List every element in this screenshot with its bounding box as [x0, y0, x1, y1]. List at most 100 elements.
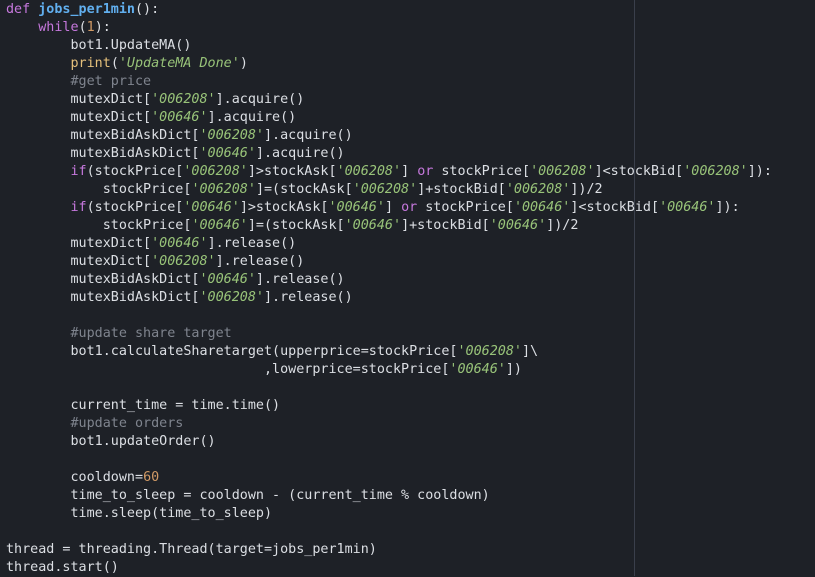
code-text: stockPrice[	[6, 182, 192, 197]
code-line[interactable]: stockPrice['006208']=(stockAsk['006208']…	[6, 181, 772, 199]
string-literal: '00646'	[151, 236, 208, 251]
code-text: time.sleep(time_to_sleep)	[6, 506, 273, 521]
code-line[interactable]: mutexBidAskDict['006208'].acquire()	[6, 127, 772, 145]
string-literal: '006208'	[336, 164, 402, 179]
code-line[interactable]: mutexDict['00646'].release()	[6, 235, 772, 253]
string-literal: '006208'	[505, 182, 571, 197]
code-text: stockPrice[	[417, 200, 514, 215]
code-line[interactable]: stockPrice['00646']=(stockAsk['00646']+s…	[6, 217, 772, 235]
code-text: mutexBidAskDict[	[6, 272, 200, 287]
code-line[interactable]: bot1.calculateSharetarget(upperprice=sto…	[6, 343, 772, 361]
string-literal: '006208'	[352, 182, 418, 197]
code-text: ]):	[747, 164, 772, 179]
code-line[interactable]: #update share target	[6, 325, 772, 343]
code-text: bot1.UpdateMA()	[6, 38, 192, 53]
code-text: thread.start()	[6, 560, 119, 575]
code-line[interactable]	[6, 523, 772, 541]
keyword: or	[401, 200, 418, 215]
string-literal: '006208'	[191, 182, 256, 197]
code-line[interactable]: mutexBidAskDict['006208'].release()	[6, 289, 772, 307]
function-name: jobs_per1min	[38, 2, 135, 17]
string-literal: '006208'	[457, 344, 522, 359]
code-text: ])/2	[546, 218, 579, 233]
code-line[interactable]: mutexBidAskDict['00646'].acquire()	[6, 145, 772, 163]
string-literal: '006208'	[683, 164, 748, 179]
code-text: ]+stockBid[	[401, 218, 490, 233]
string-literal: '00646'	[151, 110, 208, 125]
keyword: while	[38, 20, 79, 35]
code-text: mutexBidAskDict[	[6, 146, 200, 161]
code-text: ]):	[715, 200, 740, 215]
code-text: (	[110, 56, 119, 71]
code-text: ]>stockAsk[	[247, 164, 337, 179]
code-text: ]<stockBid[	[594, 164, 684, 179]
string-literal: '00646'	[489, 218, 547, 233]
code-line[interactable]: print('UpdateMA Done')	[6, 55, 772, 73]
code-text: ].release()	[207, 236, 297, 251]
string-literal: '006208'	[151, 92, 216, 107]
code-line[interactable]: #update orders	[6, 415, 772, 433]
code-text: mutexDict[	[6, 110, 152, 125]
code-text: ():	[135, 2, 160, 17]
code-text: ]<stockBid[	[570, 200, 660, 215]
code-text: bot1.updateOrder()	[6, 434, 216, 449]
code-text: ):	[94, 20, 111, 35]
code-text: ]	[401, 164, 418, 179]
code-line[interactable]: mutexDict['006208'].release()	[6, 253, 772, 271]
string-literal: '00646'	[199, 146, 256, 161]
keyword: def	[6, 2, 39, 17]
code-line[interactable]	[6, 307, 772, 325]
code-text: cooldown=	[6, 470, 144, 485]
code-text: )	[239, 56, 248, 71]
code-line[interactable]	[6, 379, 772, 397]
code-line[interactable]: thread = threading.Thread(target=jobs_pe…	[6, 541, 772, 559]
code-text: ]>stockAsk[	[239, 200, 329, 215]
code-text: ]	[384, 200, 402, 215]
code-line[interactable]: time_to_sleep = cooldown - (current_time…	[6, 487, 772, 505]
number-literal: 1	[86, 20, 95, 35]
string-literal: '006208'	[530, 164, 595, 179]
code-line[interactable]: if(stockPrice['006208']>stockAsk['006208…	[6, 163, 772, 181]
code-text: bot1.calculateSharetarget(upperprice=sto…	[6, 344, 458, 359]
code-text: ].release()	[215, 254, 305, 269]
code-area[interactable]: def jobs_per1min(): while(1): bot1.Updat…	[6, 1, 772, 577]
code-text: mutexBidAskDict[	[6, 128, 200, 143]
string-literal: '00646'	[344, 218, 402, 233]
code-editor[interactable]: def jobs_per1min(): while(1): bot1.Updat…	[0, 0, 815, 576]
string-literal: 'UpdateMA Done'	[118, 56, 240, 71]
code-line[interactable]	[6, 451, 772, 469]
code-text: mutexDict[	[6, 236, 152, 251]
code-text: ])/2	[570, 182, 603, 197]
code-line[interactable]: mutexBidAskDict['00646'].release()	[6, 271, 772, 289]
code-line[interactable]: def jobs_per1min():	[6, 1, 772, 19]
string-literal: '00646'	[449, 362, 506, 377]
code-line[interactable]: mutexDict['006208'].acquire()	[6, 91, 772, 109]
code-line[interactable]: thread.start()	[6, 559, 772, 577]
code-text: (stockPrice[	[86, 200, 184, 215]
code-line[interactable]: mutexDict['00646'].acquire()	[6, 109, 772, 127]
string-literal: '00646'	[513, 200, 571, 215]
keyword: or	[417, 164, 434, 179]
string-literal: '006208'	[199, 128, 264, 143]
code-text: mutexDict[	[6, 254, 152, 269]
code-line[interactable]: #get price	[6, 73, 772, 91]
code-text: ]\	[521, 344, 539, 359]
code-line[interactable]: bot1.updateOrder()	[6, 433, 772, 451]
code-line[interactable]: while(1):	[6, 19, 772, 37]
code-text: ].release()	[263, 290, 353, 305]
code-line[interactable]: cooldown=60	[6, 469, 772, 487]
code-line[interactable]: current_time = time.time()	[6, 397, 772, 415]
code-line[interactable]: if(stockPrice['00646']>stockAsk['00646']…	[6, 199, 772, 217]
string-literal: '00646'	[191, 218, 248, 233]
code-line[interactable]: ,lowerprice=stockPrice['00646'])	[6, 361, 772, 379]
string-literal: '006208'	[199, 290, 264, 305]
code-line[interactable]: time.sleep(time_to_sleep)	[6, 505, 772, 523]
code-line[interactable]: bot1.UpdateMA()	[6, 37, 772, 55]
builtin-name: print	[70, 56, 111, 71]
code-text: mutexBidAskDict[	[6, 290, 200, 305]
